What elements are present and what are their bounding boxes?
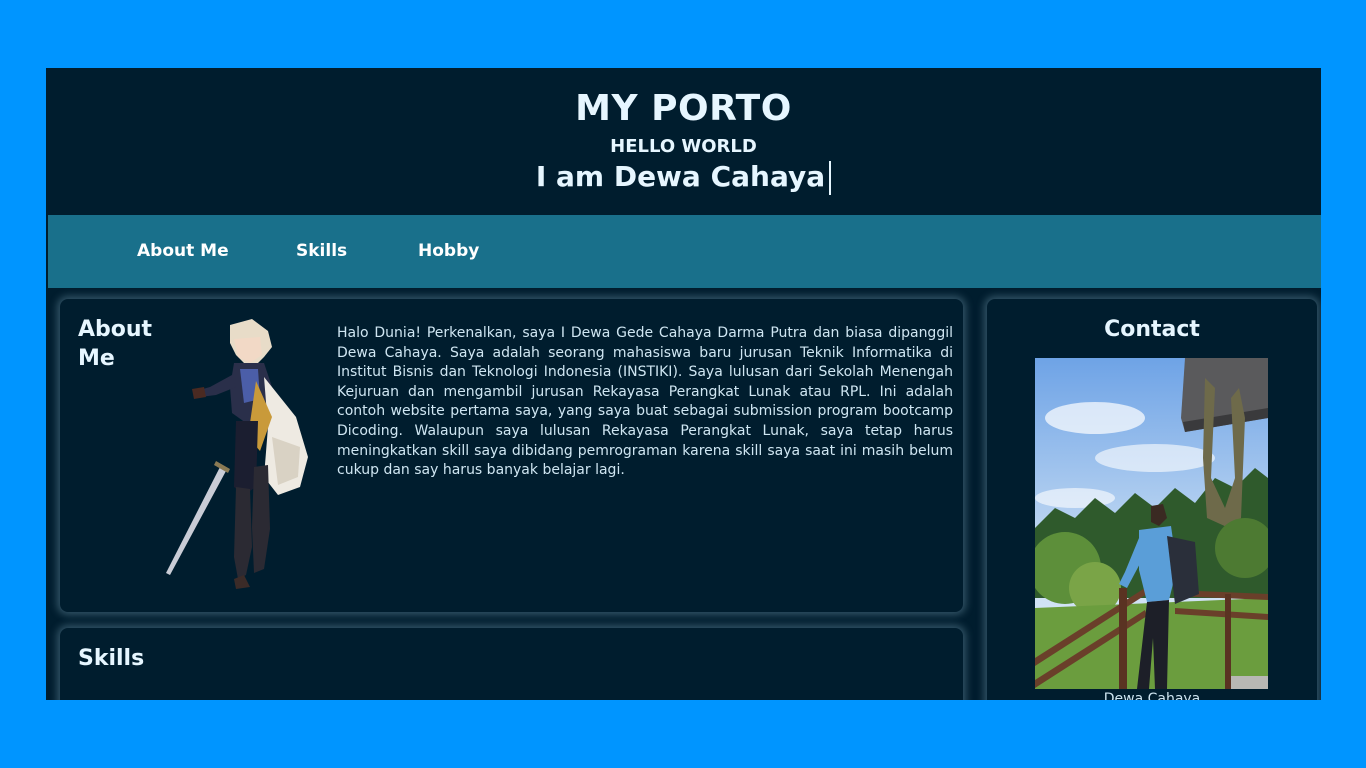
- nav-item-skills[interactable]: Skills: [296, 241, 347, 261]
- contact-card: Contact Dewa Cahaya: [987, 299, 1317, 700]
- navbar: About Me Skills Hobby: [48, 215, 1321, 288]
- photo-caption: Dewa Cahaya: [1103, 691, 1201, 700]
- typed-greeting: I am Dewa Cahaya: [46, 160, 1321, 195]
- browser-viewport: MY PORTO HELLO WORLD I am Dewa Cahaya Ab…: [46, 68, 1321, 700]
- site-subtitle: HELLO WORLD: [610, 136, 757, 157]
- profile-photo: [1035, 358, 1268, 689]
- contact-title: Contact: [1104, 317, 1200, 342]
- nav-item-hobby[interactable]: Hobby: [418, 241, 479, 261]
- about-card: About Me Halo Dunia! Perkenalkan, saya I…: [60, 299, 963, 612]
- about-title: About Me: [78, 317, 153, 371]
- skills-card: Skills: [60, 628, 963, 700]
- site-title: MY PORTO: [575, 88, 792, 129]
- skills-title: Skills: [78, 646, 145, 671]
- typed-text: I am Dewa Cahaya: [535, 160, 826, 193]
- nav-item-about-me[interactable]: About Me: [137, 241, 229, 261]
- site-header: MY PORTO HELLO WORLD I am Dewa Cahaya: [46, 68, 1321, 215]
- character-illustration: [166, 319, 308, 589]
- about-text: Halo Dunia! Perkenalkan, saya I Dewa Ged…: [337, 325, 953, 479]
- typing-cursor: [829, 161, 832, 195]
